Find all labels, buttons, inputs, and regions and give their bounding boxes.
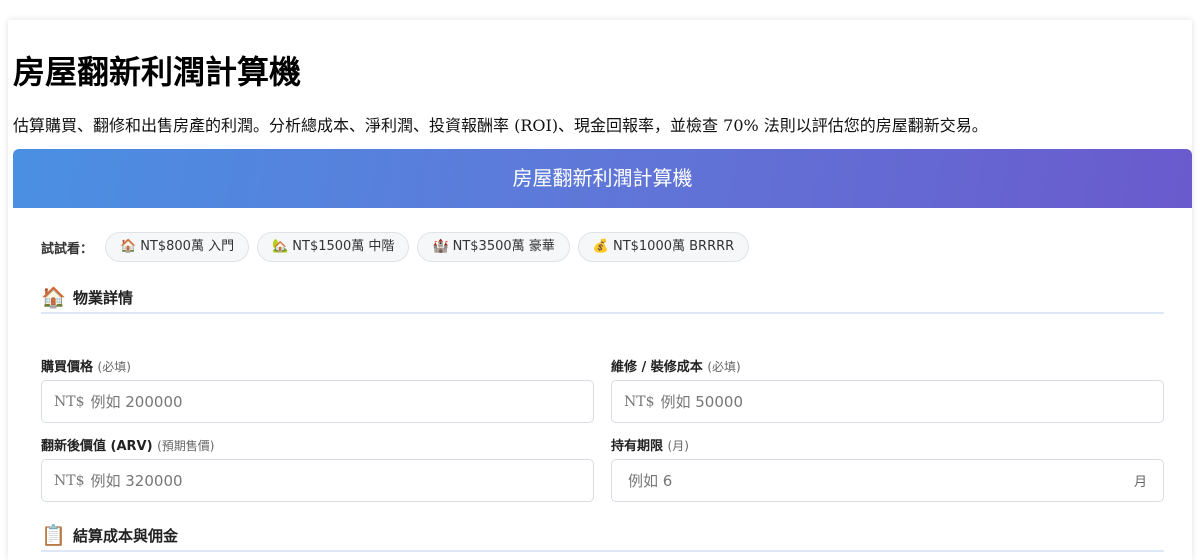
section-title: 結算成本與佣金 bbox=[73, 526, 179, 545]
repair-cost-input[interactable] bbox=[654, 380, 1163, 423]
repair-cost-field: 維修 / 裝修成本 (必填) NT$ bbox=[611, 356, 1164, 423]
repair-cost-label: 維修 / 裝修成本 (必填) bbox=[611, 356, 1164, 375]
castle-icon: 🏰 bbox=[432, 239, 449, 254]
calculator-card: 房屋翻新利潤計算機 試試看： 🏠 NT$800萬 入門 🏡 NT$1500萬 中階 … bbox=[13, 149, 1192, 560]
holding-period-label: 持有期限 (月) bbox=[611, 435, 1164, 454]
house-icon: 🏠 bbox=[120, 239, 137, 254]
currency-prefix: NT$ bbox=[54, 472, 85, 489]
section-title: 物業詳情 bbox=[73, 288, 134, 307]
calculator-header: 房屋翻新利潤計算機 bbox=[13, 149, 1192, 208]
clipboard-icon: 📋 bbox=[41, 523, 66, 547]
try-label: 試試看： bbox=[41, 241, 94, 257]
page-title: 房屋翻新利潤計算機 bbox=[13, 53, 302, 91]
preset-chip-luxury[interactable]: 🏰 NT$3500萬 豪華 bbox=[417, 232, 570, 262]
page-container: 房屋翻新利潤計算機 估算購買、翻修和出售房產的利潤。分析總成本、淨利潤、投資報酬… bbox=[8, 20, 1192, 560]
preset-chip-label: NT$1500萬 中階 bbox=[292, 239, 395, 254]
purchase-price-input-box: NT$ bbox=[41, 380, 594, 423]
house-icon: 🏠 bbox=[41, 285, 66, 309]
preset-chip-brrrr[interactable]: 💰 NT$1000萬 BRRRR bbox=[577, 232, 750, 262]
field-label-text: 購買價格 bbox=[41, 360, 94, 375]
arv-input-box: NT$ bbox=[41, 459, 594, 502]
field-hint: (預期售價) bbox=[157, 439, 215, 453]
months-suffix: 月 bbox=[1133, 475, 1147, 490]
purchase-price-label: 購買價格 (必填) bbox=[41, 356, 594, 375]
money-bag-icon: 💰 bbox=[592, 239, 609, 254]
purchase-price-field: 購買價格 (必填) NT$ bbox=[41, 356, 594, 423]
holding-period-field: 持有期限 (月) 月 bbox=[611, 435, 1164, 502]
field-label-text: 持有期限 bbox=[611, 439, 664, 454]
field-label-text: 維修 / 裝修成本 bbox=[611, 360, 703, 375]
preset-chip-label: NT$3500萬 豪華 bbox=[452, 239, 555, 254]
section-property-details: 🏠 物業詳情 bbox=[41, 282, 1164, 314]
arv-input[interactable] bbox=[84, 459, 593, 502]
preset-row: 試試看： 🏠 NT$800萬 入門 🏡 NT$1500萬 中階 🏰 NT$3500萬 … bbox=[41, 232, 750, 262]
preset-chip-mid[interactable]: 🏡 NT$1500萬 中階 bbox=[257, 232, 410, 262]
arv-field: 翻新後價值 (ARV) (預期售價) NT$ bbox=[41, 435, 594, 502]
purchase-price-input[interactable] bbox=[84, 380, 593, 423]
arv-label: 翻新後價值 (ARV) (預期售價) bbox=[41, 435, 594, 454]
preset-chip-starter[interactable]: 🏠 NT$800萬 入門 bbox=[105, 232, 250, 262]
field-hint: (必填) bbox=[707, 360, 741, 374]
field-hint: (必填) bbox=[97, 360, 131, 374]
currency-prefix: NT$ bbox=[54, 393, 85, 410]
preset-chip-label: NT$800萬 入門 bbox=[140, 239, 235, 254]
field-label-text: 翻新後價值 (ARV) bbox=[41, 439, 153, 454]
holding-period-input[interactable] bbox=[612, 459, 1134, 502]
repair-cost-input-box: NT$ bbox=[611, 380, 1164, 423]
house-garden-icon: 🏡 bbox=[272, 239, 289, 254]
section-closing-costs: 📋 結算成本與佣金 bbox=[41, 520, 1164, 552]
holding-period-input-box: 月 bbox=[611, 459, 1164, 502]
currency-prefix: NT$ bbox=[624, 393, 655, 410]
page-description: 估算購買、翻修和出售房產的利潤。分析總成本、淨利潤、投資報酬率 (ROI)、現金… bbox=[13, 116, 988, 135]
preset-chip-label: NT$1000萬 BRRRR bbox=[612, 239, 735, 254]
field-hint: (月) bbox=[667, 439, 689, 453]
